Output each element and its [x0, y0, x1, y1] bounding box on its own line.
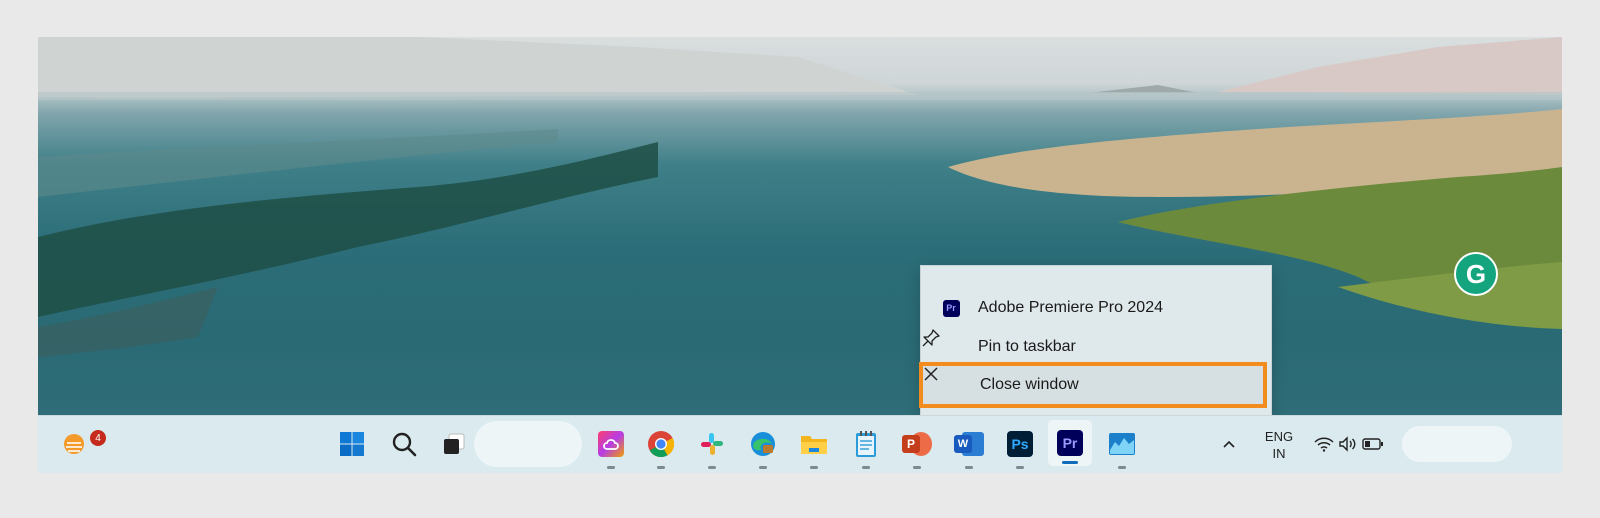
taskbar-app-resource-monitor[interactable]	[1102, 424, 1142, 469]
taskbar-app-photoshop[interactable]: Ps	[1000, 424, 1040, 469]
close-icon	[924, 367, 967, 399]
powerpoint-icon: P	[902, 431, 932, 457]
menu-item-pin-to-taskbar[interactable]: Pin to taskbar	[921, 328, 1271, 366]
taskbar: 4 P W Ps Pr ENG IN	[38, 415, 1562, 473]
wifi-icon	[1314, 437, 1334, 452]
taskbar-app-chrome[interactable]	[641, 424, 681, 469]
taskbar-app-edge[interactable]	[743, 424, 783, 469]
word-icon-label: W	[954, 435, 972, 453]
photoshop-icon: Ps	[1007, 431, 1033, 457]
search-box-redacted[interactable]	[474, 421, 582, 467]
grammarly-letter: G	[1465, 258, 1487, 289]
chrome-icon	[648, 431, 675, 458]
running-indicator	[862, 466, 870, 469]
start-button[interactable]	[332, 424, 372, 464]
slack-icon	[701, 433, 723, 455]
taskbar-app-word[interactable]: W	[949, 424, 989, 469]
taskbar-app-powerpoint[interactable]: P	[897, 424, 937, 469]
windows-logo-icon	[340, 432, 364, 456]
running-indicator	[759, 466, 767, 469]
jump-list-context-menu: Pr Adobe Premiere Pro 2024 Pin to taskba…	[919, 265, 1272, 417]
show-hidden-icons-button[interactable]	[1214, 424, 1244, 464]
active-indicator	[1062, 461, 1078, 464]
screenshot-frame: G Pr Adobe Premiere Pro 2024 Pin to task…	[38, 37, 1562, 480]
edge-icon	[751, 432, 775, 456]
menu-item-premiere-app[interactable]: Pr Adobe Premiere Pro 2024	[921, 289, 1271, 327]
grammarly-icon[interactable]: G	[1454, 252, 1498, 296]
running-indicator	[810, 466, 818, 469]
language-code: ENG	[1264, 429, 1294, 444]
taskbar-app-premiere-pro[interactable]: Pr	[1048, 420, 1092, 466]
task-view-icon	[444, 433, 465, 454]
menu-item-label: Close window	[980, 376, 1079, 393]
taskbar-app-file-explorer[interactable]	[794, 424, 834, 469]
volume-icon	[1339, 436, 1356, 452]
taskbar-app-notepad[interactable]	[846, 424, 886, 469]
premiere-pro-icon: Pr	[1057, 430, 1083, 456]
running-indicator	[607, 466, 615, 469]
running-indicator	[965, 466, 973, 469]
powerpoint-icon-label: P	[902, 435, 920, 453]
clock-redacted[interactable]	[1402, 426, 1512, 462]
search-icon	[392, 432, 417, 457]
pin-icon	[922, 329, 965, 361]
taskbar-app-creative-cloud[interactable]	[591, 424, 631, 469]
task-view-button[interactable]	[434, 424, 474, 464]
menu-item-label: Adobe Premiere Pro 2024	[978, 299, 1163, 316]
running-indicator	[1118, 466, 1126, 469]
desktop-wallpaper: G Pr Adobe Premiere Pro 2024 Pin to task…	[38, 37, 1562, 424]
language-region: IN	[1272, 446, 1286, 461]
weather-icon	[64, 434, 84, 454]
notepad-icon	[856, 431, 876, 457]
battery-icon	[1362, 438, 1383, 450]
menu-item-close-window[interactable]: Close window	[919, 362, 1267, 408]
premiere-pro-icon: Pr	[937, 294, 965, 322]
notification-badge: 4	[90, 430, 106, 446]
language-indicator[interactable]: ENG IN	[1256, 428, 1302, 462]
weather-widget[interactable]: 4	[54, 424, 106, 464]
menu-item-label: Pin to taskbar	[978, 338, 1076, 355]
running-indicator	[708, 466, 716, 469]
search-button[interactable]	[384, 424, 424, 464]
folder-icon	[801, 436, 827, 454]
premiere-pro-small-icon-label: Pr	[942, 299, 960, 317]
creative-cloud-icon	[598, 431, 624, 457]
word-icon: W	[954, 431, 984, 457]
running-indicator	[657, 466, 665, 469]
chevron-up-icon	[1223, 440, 1235, 448]
running-indicator	[913, 466, 921, 469]
running-indicator	[1016, 466, 1024, 469]
monitor-chart-icon	[1109, 433, 1135, 455]
taskbar-app-slack[interactable]	[692, 424, 732, 469]
quick-settings-button[interactable]	[1310, 424, 1388, 464]
